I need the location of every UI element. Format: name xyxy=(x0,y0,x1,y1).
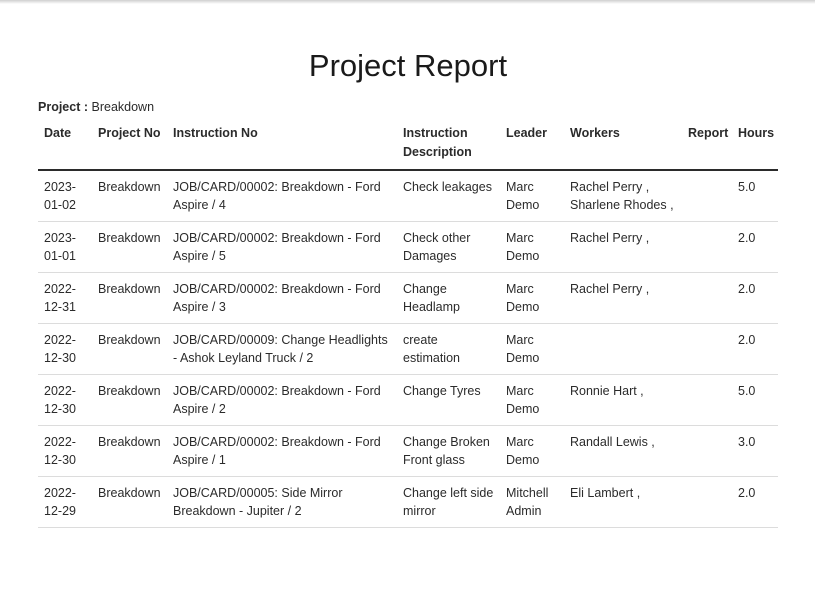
cell-workers: Rachel Perry , xyxy=(564,221,682,273)
cell-instruction-description: Check leakages xyxy=(397,170,500,222)
header-leader: Leader xyxy=(500,120,564,171)
report-table: Date Project No Instruction No Instructi… xyxy=(38,120,778,528)
cell-date: 2022-12-29 xyxy=(38,476,92,528)
cell-report xyxy=(682,476,732,528)
cell-workers: Randall Lewis , xyxy=(564,425,682,477)
cell-hours: 5.0 xyxy=(732,170,778,222)
cell-report xyxy=(682,170,732,222)
cell-hours: 5.0 xyxy=(732,374,778,426)
cell-workers: Rachel Perry , xyxy=(564,272,682,324)
cell-leader: Marc Demo xyxy=(500,425,564,477)
cell-report xyxy=(682,221,732,273)
header-instruction-no: Instruction No xyxy=(167,120,397,171)
cell-instruction-no: JOB/CARD/00002: Breakdown - Ford Aspire … xyxy=(167,272,397,324)
cell-report xyxy=(682,374,732,426)
cell-instruction-description: Change Tyres xyxy=(397,374,500,426)
cell-date: 2023-01-01 xyxy=(38,221,92,273)
header-report: Report xyxy=(682,120,732,171)
table-row: 2023-01-01 Breakdown JOB/CARD/00002: Bre… xyxy=(38,221,778,273)
cell-workers: Rachel Perry , Sharlene Rhodes , xyxy=(564,170,682,222)
cell-instruction-no: JOB/CARD/00002: Breakdown - Ford Aspire … xyxy=(167,221,397,273)
header-hours: Hours xyxy=(732,120,778,171)
table-row: 2022-12-29 Breakdown JOB/CARD/00005: Sid… xyxy=(38,476,778,528)
cell-instruction-description: Change left side mirror xyxy=(397,476,500,528)
cell-report xyxy=(682,323,732,375)
cell-leader: Mitchell Admin xyxy=(500,476,564,528)
table-row: 2023-01-02 Breakdown JOB/CARD/00002: Bre… xyxy=(38,170,778,222)
cell-project-no: Breakdown xyxy=(92,476,167,528)
table-header: Date Project No Instruction No Instructi… xyxy=(38,120,778,171)
cell-workers: Eli Lambert , xyxy=(564,476,682,528)
project-value: Breakdown xyxy=(91,100,155,114)
cell-report xyxy=(682,425,732,477)
cell-hours: 2.0 xyxy=(732,221,778,273)
cell-instruction-no: JOB/CARD/00009: Change Headlights - Asho… xyxy=(167,323,397,375)
cell-project-no: Breakdown xyxy=(92,221,167,273)
cell-instruction-description: Change Broken Front glass xyxy=(397,425,500,477)
cell-report xyxy=(682,272,732,324)
cell-workers xyxy=(564,323,682,375)
cell-workers: Ronnie Hart , xyxy=(564,374,682,426)
header-date: Date xyxy=(38,120,92,171)
header-row: Date Project No Instruction No Instructi… xyxy=(38,120,778,171)
cell-date: 2022-12-30 xyxy=(38,425,92,477)
cell-project-no: Breakdown xyxy=(92,425,167,477)
report-page: Project Report Project : Breakdown Date … xyxy=(38,46,778,528)
top-shadow xyxy=(0,0,815,4)
cell-date: 2022-12-31 xyxy=(38,272,92,324)
cell-date: 2022-12-30 xyxy=(38,374,92,426)
cell-leader: Marc Demo xyxy=(500,221,564,273)
header-instruction-description: Instruction Description xyxy=(397,120,500,171)
cell-date: 2023-01-02 xyxy=(38,170,92,222)
cell-project-no: Breakdown xyxy=(92,170,167,222)
table-row: 2022-12-31 Breakdown JOB/CARD/00002: Bre… xyxy=(38,272,778,324)
cell-project-no: Breakdown xyxy=(92,272,167,324)
table-row: 2022-12-30 Breakdown JOB/CARD/00009: Cha… xyxy=(38,323,778,375)
header-workers: Workers xyxy=(564,120,682,171)
cell-instruction-description: Change Headlamp xyxy=(397,272,500,324)
cell-leader: Marc Demo xyxy=(500,170,564,222)
cell-hours: 2.0 xyxy=(732,272,778,324)
project-line: Project : Breakdown xyxy=(38,98,778,116)
project-label: Project : xyxy=(38,100,89,114)
header-project-no: Project No xyxy=(92,120,167,171)
cell-leader: Marc Demo xyxy=(500,272,564,324)
cell-instruction-no: JOB/CARD/00002: Breakdown - Ford Aspire … xyxy=(167,374,397,426)
cell-leader: Marc Demo xyxy=(500,374,564,426)
cell-hours: 3.0 xyxy=(732,425,778,477)
cell-leader: Marc Demo xyxy=(500,323,564,375)
cell-instruction-no: JOB/CARD/00002: Breakdown - Ford Aspire … xyxy=(167,170,397,222)
cell-instruction-no: JOB/CARD/00002: Breakdown - Ford Aspire … xyxy=(167,425,397,477)
cell-hours: 2.0 xyxy=(732,476,778,528)
table-row: 2022-12-30 Breakdown JOB/CARD/00002: Bre… xyxy=(38,374,778,426)
cell-project-no: Breakdown xyxy=(92,323,167,375)
page-title: Project Report xyxy=(308,48,508,83)
cell-hours: 2.0 xyxy=(732,323,778,375)
table-body: 2023-01-02 Breakdown JOB/CARD/00002: Bre… xyxy=(38,170,778,528)
cell-instruction-description: Check other Damages xyxy=(397,221,500,273)
cell-date: 2022-12-30 xyxy=(38,323,92,375)
cell-instruction-no: JOB/CARD/00005: Side Mirror Breakdown - … xyxy=(167,476,397,528)
table-row: 2022-12-30 Breakdown JOB/CARD/00002: Bre… xyxy=(38,425,778,477)
cell-project-no: Breakdown xyxy=(92,374,167,426)
cell-instruction-description: create estimation xyxy=(397,323,500,375)
